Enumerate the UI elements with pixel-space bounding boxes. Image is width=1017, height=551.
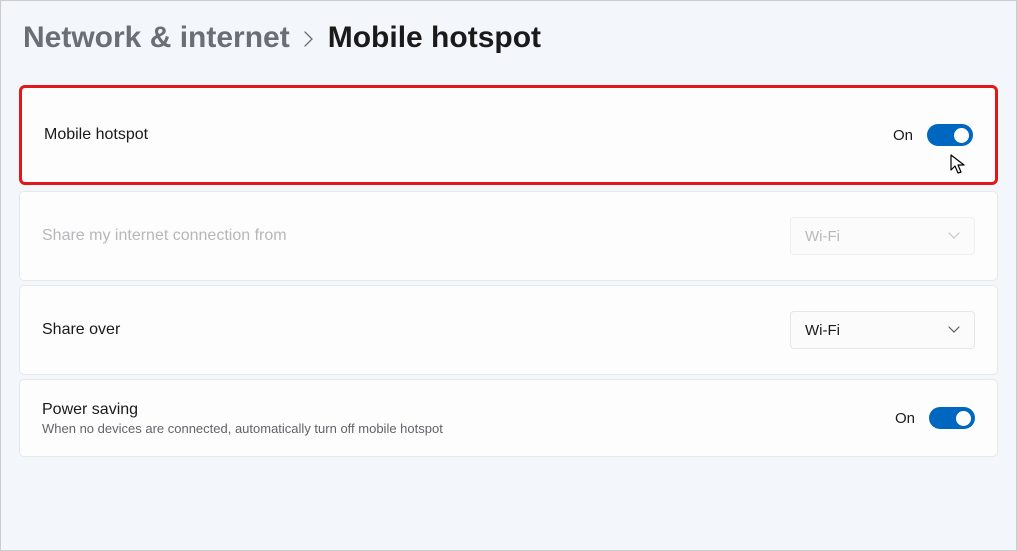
mobile-hotspot-label: Mobile hotspot [44, 126, 148, 144]
power-saving-toggle-state: On [895, 410, 915, 427]
share-from-value: Wi-Fi [805, 228, 840, 245]
toggle-knob [956, 411, 971, 426]
share-over-label: Share over [42, 321, 120, 339]
chevron-right-icon [304, 24, 314, 53]
share-from-row: Share my internet connection from Wi-Fi [19, 191, 998, 281]
mobile-hotspot-toggle[interactable] [927, 124, 973, 146]
share-over-value: Wi-Fi [805, 322, 840, 339]
chevron-down-icon [948, 229, 960, 243]
settings-panel: Network & internet Mobile hotspot Mobile… [3, 3, 1014, 457]
power-saving-toggle[interactable] [929, 407, 975, 429]
share-from-dropdown: Wi-Fi [790, 217, 975, 255]
chevron-down-icon [948, 323, 960, 337]
power-saving-row: Power saving When no devices are connect… [19, 379, 998, 457]
mobile-hotspot-toggle-state: On [893, 127, 913, 144]
power-saving-control: On [895, 407, 975, 429]
share-over-row: Share over Wi-Fi [19, 285, 998, 375]
power-saving-label-group: Power saving When no devices are connect… [42, 401, 443, 436]
cursor-icon [949, 154, 967, 176]
breadcrumb-parent-link[interactable]: Network & internet [23, 21, 290, 55]
page-title: Mobile hotspot [328, 21, 541, 55]
mobile-hotspot-control: On [893, 124, 973, 146]
power-saving-label: Power saving [42, 401, 443, 419]
power-saving-sublabel: When no devices are connected, automatic… [42, 421, 443, 436]
share-over-dropdown[interactable]: Wi-Fi [790, 311, 975, 349]
mobile-hotspot-row: Mobile hotspot On [19, 85, 998, 185]
share-from-label: Share my internet connection from [42, 227, 287, 245]
breadcrumb: Network & internet Mobile hotspot [19, 21, 998, 55]
toggle-knob [954, 128, 969, 143]
